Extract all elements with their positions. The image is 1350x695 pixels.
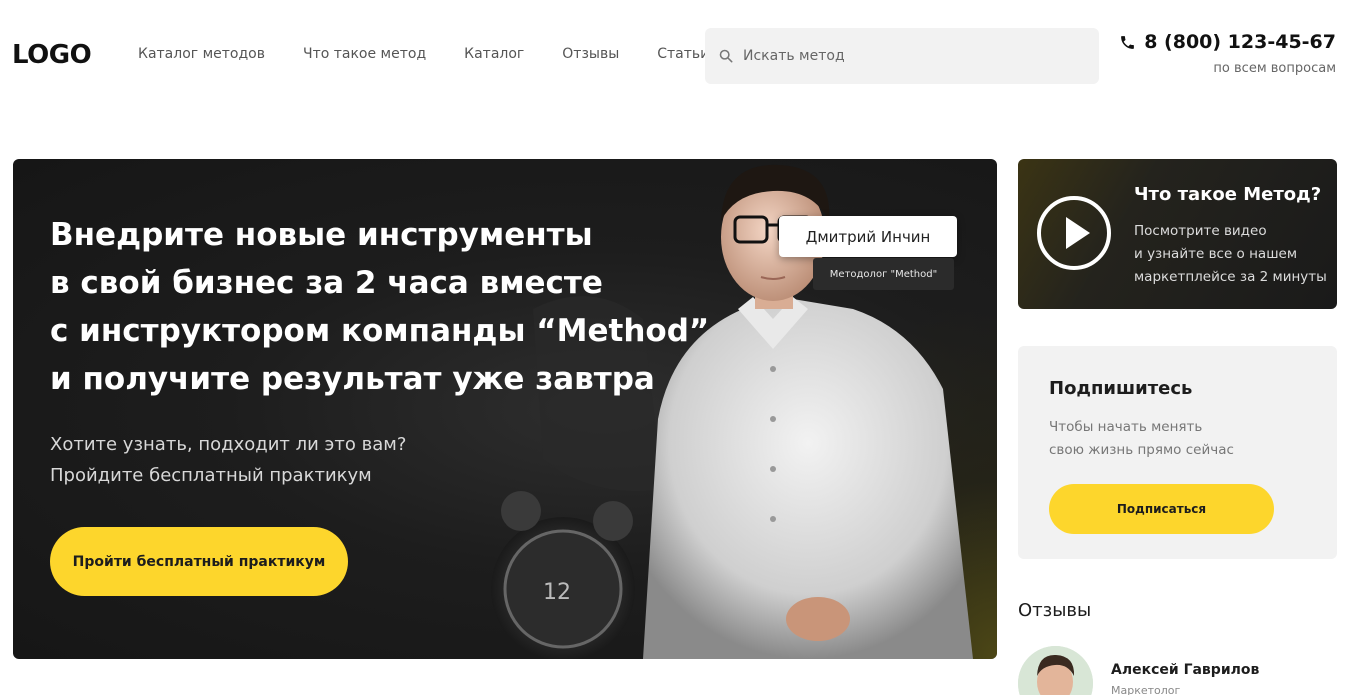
video-card-title: Что такое Метод? <box>1134 184 1322 205</box>
video-card-desc-line: маркетплейсе за 2 минуты <box>1134 269 1327 285</box>
hero-title-line: Внедрите новые инструменты <box>50 217 593 253</box>
nav-item-reviews[interactable]: Отзывы <box>562 46 619 62</box>
instructor-name-badge: Дмитрий Инчин <box>779 216 957 257</box>
hero-title-line: и получите результат уже завтра <box>50 361 655 397</box>
subscribe-desc-line: Чтобы начать менять <box>1049 419 1203 435</box>
logo[interactable]: LOGO <box>12 40 92 70</box>
review-item[interactable]: Алексей Гаврилов Маркетолог <box>1018 646 1337 695</box>
video-card-desc-line: Посмотрите видео <box>1134 223 1267 239</box>
search-input[interactable] <box>743 48 1063 64</box>
hero-subtitle-line: Хотите узнать, подходит ли это вам? <box>50 434 407 455</box>
avatar <box>1018 646 1093 695</box>
subscribe-card: Подпишитесь Чтобы начать менять свою жиз… <box>1018 346 1337 559</box>
phone-number: 8 (800) 123-45-67 <box>1144 31 1336 53</box>
reviewer-role: Маркетолог <box>1111 684 1181 695</box>
subscribe-title: Подпишитесь <box>1049 378 1193 399</box>
reviews-heading: Отзывы <box>1018 600 1092 621</box>
main-nav: Каталог методов Что такое метод Каталог … <box>138 46 747 62</box>
hero-title: Внедрите новые инструменты в свой бизнес… <box>50 211 710 403</box>
hero-title-line: с инструктором компанды “Method” <box>50 313 710 349</box>
search-box[interactable] <box>705 28 1099 84</box>
free-practicum-button[interactable]: Пройти бесплатный практикум <box>50 527 348 596</box>
nav-item-methods-catalog[interactable]: Каталог методов <box>138 46 265 62</box>
subscribe-desc-line: свою жизнь прямо сейчас <box>1049 442 1234 458</box>
phone-note: по всем вопросам <box>1213 61 1336 76</box>
instructor-role-badge: Методолог "Method" <box>813 258 954 290</box>
video-card[interactable]: Что такое Метод? Посмотрите видео и узна… <box>1018 159 1337 309</box>
svg-text:12: 12 <box>543 580 571 605</box>
video-card-desc-line: и узнайте все о нашем <box>1134 246 1298 262</box>
reviewer-name: Алексей Гаврилов <box>1111 662 1260 678</box>
hero-subtitle-line: Пройдите бесплатный практикум <box>50 465 372 486</box>
nav-item-what-is-method[interactable]: Что такое метод <box>303 46 426 62</box>
phone-link[interactable]: 8 (800) 123-45-67 <box>1119 31 1336 53</box>
hero-title-line: в свой бизнес за 2 часа вместе <box>50 265 603 301</box>
nav-item-articles[interactable]: Статьи <box>657 46 709 62</box>
phone-block: 8 (800) 123-45-67 по всем вопросам <box>1119 31 1336 76</box>
play-icon[interactable] <box>1035 194 1113 272</box>
phone-icon <box>1121 35 1135 49</box>
hero-subtitle: Хотите узнать, подходит ли это вам? Прой… <box>50 429 406 491</box>
search-icon <box>719 49 733 63</box>
nav-item-catalog[interactable]: Каталог <box>464 46 524 62</box>
subscribe-description: Чтобы начать менять свою жизнь прямо сей… <box>1049 416 1279 462</box>
subscribe-button[interactable]: Подписаться <box>1049 484 1274 534</box>
video-card-description: Посмотрите видео и узнайте все о нашем м… <box>1134 220 1334 289</box>
